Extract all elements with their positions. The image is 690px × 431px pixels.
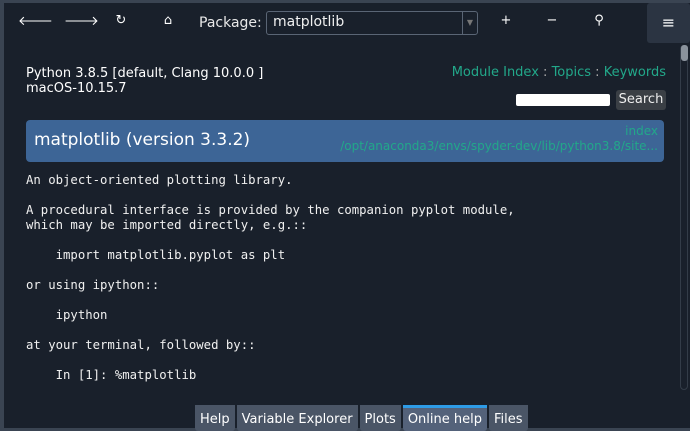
module-banner: matplotlib (version 3.3.2) index/opt/ana… (26, 120, 664, 162)
hamburger-menu-icon[interactable]: ≡ (647, 3, 690, 43)
separator: : (591, 65, 604, 80)
keywords-link[interactable]: Keywords (604, 65, 666, 80)
find-icon[interactable]: ⚲ (589, 13, 609, 28)
os-version: macOS-10.15.7 (26, 81, 127, 96)
scrollbar[interactable] (680, 45, 688, 390)
home-icon[interactable]: ⌂ (158, 13, 178, 28)
tab-files[interactable]: Files (489, 405, 528, 431)
module-title: matplotlib (version 3.3.2) (34, 130, 251, 150)
package-combobox[interactable]: matplotlib ▼ (266, 11, 478, 35)
separator: : (538, 65, 552, 80)
back-arrow-icon[interactable]: 🡐 (18, 13, 53, 29)
reload-icon[interactable]: ↻ (111, 13, 131, 28)
module-docstring: An object-oriented plotting library. A p… (26, 173, 515, 382)
online-help-pane: 🡐 🡒 ↻ ⌂ Package: matplotlib ▼ + − ⚲ ≡ Pyt… (4, 3, 690, 431)
topics-link[interactable]: Topics (552, 65, 591, 80)
zoom-in-icon[interactable]: + (496, 13, 516, 28)
chevron-down-icon[interactable]: ▼ (462, 12, 477, 34)
package-value: matplotlib (273, 14, 345, 30)
index-links: Module Index : Topics : Keywords (452, 65, 666, 80)
package-label: Package: (199, 15, 262, 31)
pane-tabs: Help Variable Explorer Plots Online help… (195, 405, 528, 431)
index-link[interactable]: index (340, 124, 658, 139)
scrollbar-thumb[interactable] (681, 45, 688, 61)
tab-variable-explorer[interactable]: Variable Explorer (236, 405, 358, 431)
tab-help[interactable]: Help (195, 405, 235, 431)
tab-online-help[interactable]: Online help (402, 405, 487, 431)
forward-arrow-icon[interactable]: 🡒 (64, 13, 99, 29)
module-path-link[interactable]: /opt/anaconda3/envs/spyder-dev/lib/pytho… (340, 139, 658, 154)
module-index-link[interactable]: Module Index (452, 65, 539, 80)
search-input[interactable] (516, 94, 610, 106)
search-button[interactable]: Search (616, 90, 666, 110)
python-version: Python 3.8.5 [default, Clang 10.0.0 ] (26, 66, 264, 81)
tab-plots[interactable]: Plots (359, 405, 401, 431)
toolbar: 🡐 🡒 ↻ ⌂ Package: matplotlib ▼ + − ⚲ ≡ (4, 3, 690, 43)
zoom-out-icon[interactable]: − (542, 13, 562, 28)
